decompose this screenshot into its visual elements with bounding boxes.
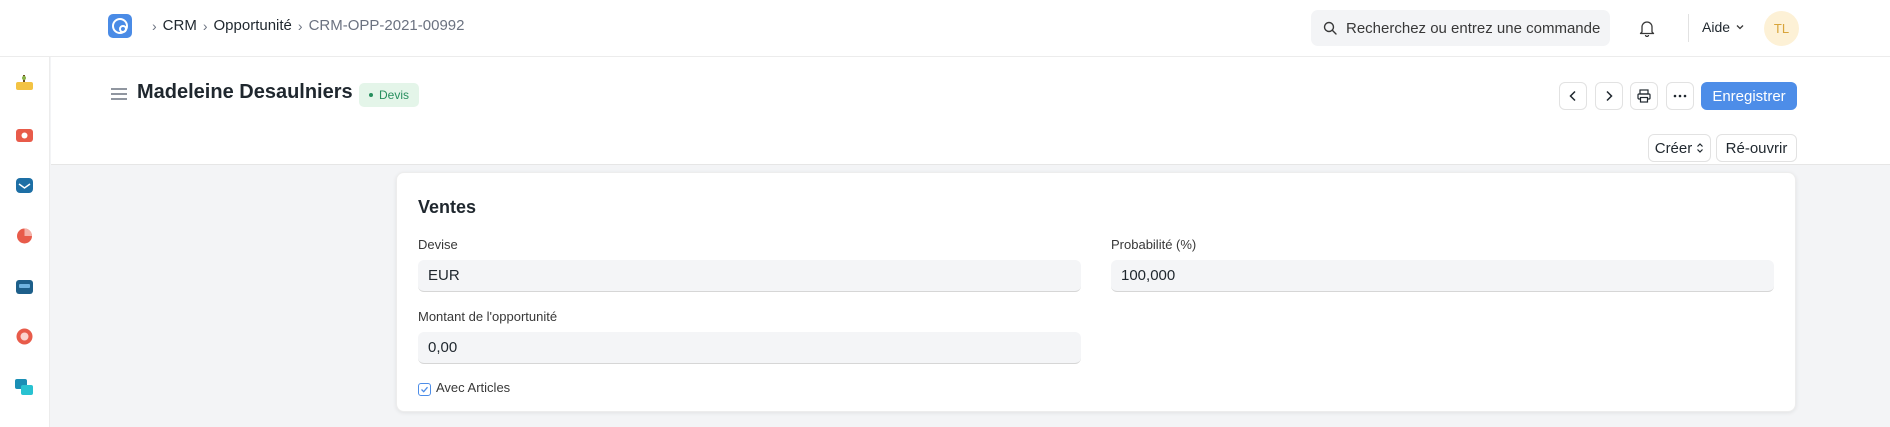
probability-field[interactable]: 100,000 <box>1111 260 1774 292</box>
status-dot-icon <box>369 93 373 97</box>
help-label: Aide <box>1702 19 1731 35</box>
more-actions-button[interactable] <box>1666 82 1694 110</box>
notifications-bell-icon[interactable] <box>1639 19 1655 42</box>
chevron-right-icon: › <box>152 17 157 34</box>
sales-section-card: Ventes Devise EUR Probabilité (%) 100,00… <box>396 172 1796 412</box>
chevron-left-icon <box>1569 90 1576 102</box>
create-dropdown-button[interactable]: Créer <box>1648 134 1711 162</box>
chevron-down-icon <box>1736 25 1744 30</box>
save-button[interactable]: Enregistrer <box>1701 82 1797 110</box>
search-icon <box>1323 21 1337 35</box>
sidebar-item-support-icon[interactable] <box>14 326 35 346</box>
page-header: Madeleine Desaulniers Devis Enregistrer … <box>51 57 1890 165</box>
with-items-checkbox[interactable] <box>418 383 431 396</box>
currency-label: Devise <box>418 237 458 252</box>
sidebar-item-chat-icon[interactable] <box>14 377 35 397</box>
reopen-button[interactable]: Ré-ouvrir <box>1716 134 1797 162</box>
section-title: Ventes <box>418 197 477 217</box>
breadcrumb-current: CRM-OPP-2021-00992 <box>308 17 465 34</box>
app-logo-icon[interactable] <box>108 14 132 38</box>
search-input[interactable]: Recherchez ou entrez une commande <box>1311 10 1610 46</box>
breadcrumb-crm[interactable]: CRM <box>163 17 197 34</box>
printer-icon <box>1637 89 1651 103</box>
search-placeholder: Recherchez ou entrez une commande <box>1346 19 1601 37</box>
chevron-right-icon: › <box>297 17 303 34</box>
print-button[interactable] <box>1630 82 1658 110</box>
breadcrumb: › CRM › Opportunité › CRM-OPP-2021-00992 <box>146 17 464 34</box>
top-navbar: › CRM › Opportunité › CRM-OPP-2021-00992… <box>0 0 1890 57</box>
sidebar-item-inbox-icon[interactable] <box>14 175 35 195</box>
breadcrumb-opportunity[interactable]: Opportunité <box>214 17 292 34</box>
checkmark-icon <box>421 386 428 393</box>
page-title: Madeleine Desaulniers <box>137 81 353 103</box>
previous-button[interactable] <box>1559 82 1587 110</box>
sidebar-item-home-icon[interactable] <box>14 73 35 93</box>
status-badge: Devis <box>359 83 420 107</box>
sidebar-item-more-icon[interactable] <box>14 421 35 427</box>
currency-field[interactable]: EUR <box>418 260 1081 292</box>
help-dropdown[interactable]: Aide <box>1702 19 1745 35</box>
ellipsis-icon <box>1673 94 1687 98</box>
navbar-divider <box>1688 14 1689 42</box>
with-items-label: Avec Articles <box>436 380 511 395</box>
sidebar-item-chart-icon[interactable] <box>14 225 35 245</box>
updown-chevron-icon <box>1697 143 1704 153</box>
menu-toggle-icon[interactable] <box>111 87 127 106</box>
sidebar-item-tools-icon[interactable] <box>14 124 35 144</box>
avatar[interactable]: TL <box>1764 11 1799 46</box>
sidebar-item-box-icon[interactable] <box>14 276 35 296</box>
create-label: Créer <box>1654 139 1693 157</box>
sidebar <box>0 57 50 427</box>
chevron-right-icon: › <box>202 17 208 34</box>
amount-label: Montant de l'opportunité <box>418 309 558 324</box>
amount-field[interactable]: 0,00 <box>418 332 1081 364</box>
next-button[interactable] <box>1595 82 1623 110</box>
status-label: Devis <box>379 88 410 102</box>
chevron-right-icon <box>1606 90 1613 102</box>
probability-label: Probabilité (%) <box>1111 237 1197 252</box>
